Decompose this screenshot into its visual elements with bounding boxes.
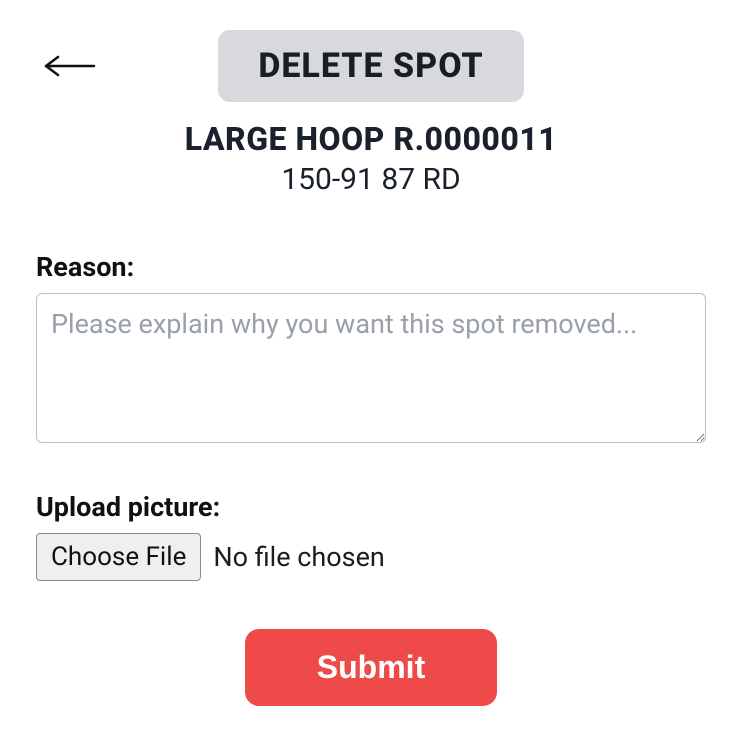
spot-name: LARGE HOOP R.0000011 bbox=[36, 120, 706, 158]
reason-textarea[interactable] bbox=[36, 293, 706, 443]
page-title: DELETE SPOT bbox=[218, 30, 523, 102]
spot-address: 150-91 87 RD bbox=[36, 162, 706, 197]
back-arrow-button[interactable] bbox=[36, 49, 102, 83]
submit-button[interactable]: Submit bbox=[245, 629, 497, 706]
upload-label: Upload picture: bbox=[36, 491, 706, 523]
choose-file-button[interactable]: Choose File bbox=[36, 533, 201, 581]
arrow-left-icon bbox=[42, 55, 96, 77]
reason-label: Reason: bbox=[36, 251, 706, 283]
file-status-text: No file chosen bbox=[213, 541, 384, 573]
